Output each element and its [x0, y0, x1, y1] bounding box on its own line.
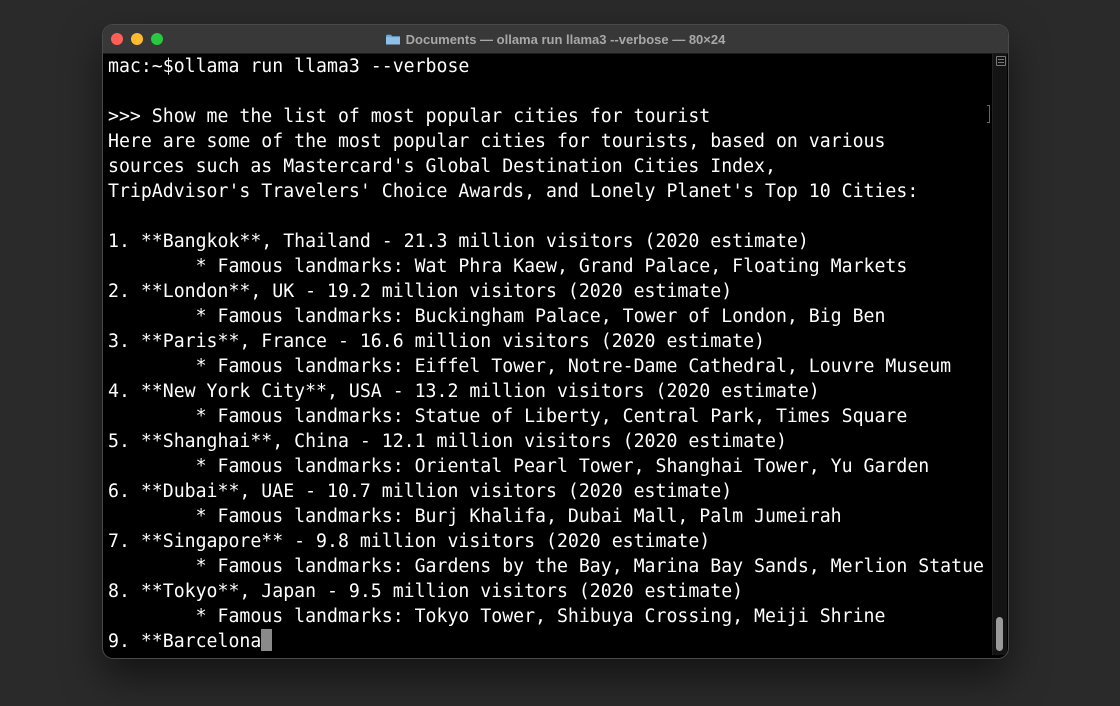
output-line: 5. **Shanghai**, China - 12.1 million vi…	[108, 431, 787, 452]
output-line: 9. **Barcelona	[108, 629, 990, 654]
output-line: * Famous landmarks: Burj Khalifa, Dubai …	[108, 506, 842, 527]
output-line: Here are some of the most popular cities…	[108, 131, 886, 152]
output-line: * Famous landmarks: Oriental Pearl Tower…	[108, 456, 930, 477]
output-line: 3. **Paris**, France - 16.6 million visi…	[108, 331, 765, 352]
terminal-window[interactable]: Documents — ollama run llama3 --verbose …	[103, 25, 1008, 658]
text-cursor	[261, 629, 273, 651]
desktop-background: Documents — ollama run llama3 --verbose …	[0, 0, 1120, 706]
vertical-scrollbar[interactable]	[992, 54, 1007, 655]
scroll-menu-icon[interactable]	[996, 56, 1006, 66]
output-line: * Famous landmarks: Statue of Liberty, C…	[108, 406, 908, 427]
output-line: 6. **Dubai**, UAE - 10.7 million visitor…	[108, 481, 733, 502]
output-line: * Famous landmarks: Buckingham Palace, T…	[108, 306, 886, 327]
terminal-output[interactable]: mac:~$ollama run llama3 --verbose >>> Sho…	[108, 54, 990, 654]
output-line: 4. **New York City**, USA - 13.2 million…	[108, 381, 820, 402]
output-line: 1. **Bangkok**, Thailand - 21.3 million …	[108, 231, 809, 252]
shell-command-line: mac:~$ollama run llama3 --verbose	[108, 56, 470, 77]
right-margin-marker	[987, 105, 990, 123]
output-line: 7. **Singapore** - 9.8 million visitors …	[108, 531, 711, 552]
window-titlebar[interactable]: Documents — ollama run llama3 --verbose …	[103, 25, 1008, 54]
output-line: 2. **London**, UK - 19.2 million visitor…	[108, 281, 733, 302]
output-line: * Famous landmarks: Eiffel Tower, Notre-…	[108, 356, 952, 377]
output-line: TripAdvisor's Travelers' Choice Awards, …	[108, 181, 919, 202]
prompt-input-line: >>> Show me the list of most popular cit…	[108, 106, 711, 127]
output-line: 8. **Tokyo**, Japan - 9.5 million visito…	[108, 581, 744, 602]
window-title: Documents — ollama run llama3 --verbose …	[405, 31, 726, 47]
output-line: sources such as Mastercard's Global Dest…	[108, 156, 776, 177]
output-line: * Famous landmarks: Tokyo Tower, Shibuya…	[108, 606, 886, 627]
output-line: * Famous landmarks: Wat Phra Kaew, Grand…	[108, 256, 908, 277]
output-line: * Famous landmarks: Gardens by the Bay, …	[108, 556, 984, 577]
scrollbar-thumb[interactable]	[996, 617, 1003, 651]
window-title-group: Documents — ollama run llama3 --verbose …	[103, 25, 1008, 53]
folder-icon	[385, 34, 400, 45]
